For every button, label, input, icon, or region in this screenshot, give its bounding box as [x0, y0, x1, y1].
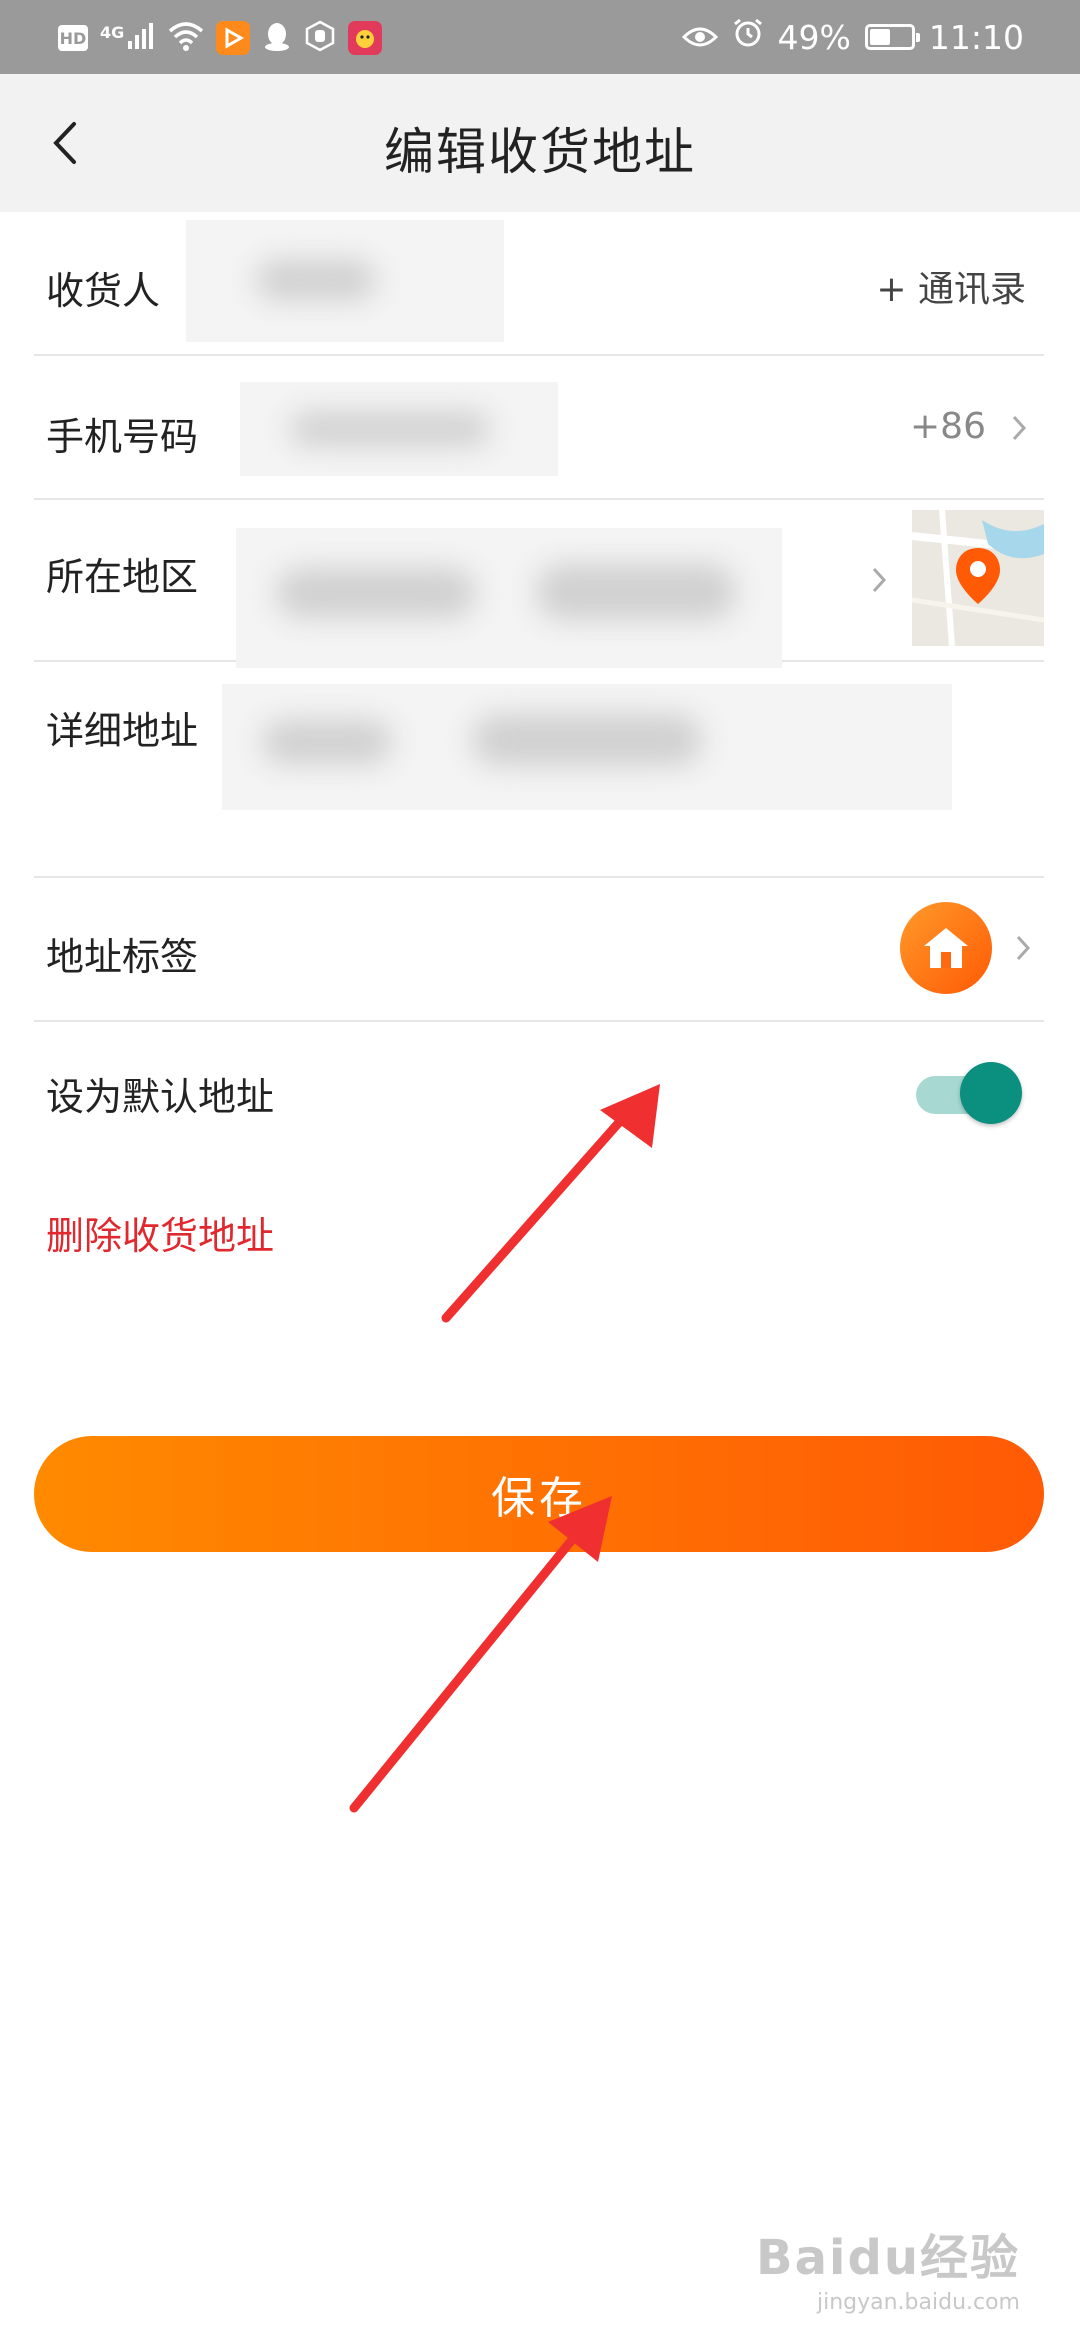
signal-icon: [126, 21, 156, 55]
battery-icon: [864, 24, 920, 50]
watermark-logo: Baidu经验: [756, 2230, 1020, 2286]
watermark-url: jingyan.baidu.com: [816, 2290, 1020, 2315]
map-locate-button[interactable]: [912, 510, 1044, 646]
game-app-icon: [348, 21, 383, 55]
phone-row: 手机号码 +86: [34, 356, 1044, 500]
nav-bar: 编辑收货地址: [0, 74, 1080, 212]
home-icon: [924, 928, 968, 968]
wifi-icon: [168, 21, 204, 55]
country-code-selector[interactable]: +86: [910, 406, 986, 447]
address-tag-badge[interactable]: [900, 902, 992, 994]
chevron-right-icon: [1004, 408, 1034, 448]
phone-number-field[interactable]: [240, 382, 558, 476]
recipient-label: 收货人: [46, 269, 161, 313]
detail-address-row: 详细地址: [34, 662, 1044, 878]
default-address-toggle[interactable]: [916, 1062, 1022, 1124]
network-type-label: 4G: [100, 22, 125, 42]
default-address-label: 设为默认地址: [46, 1075, 275, 1119]
recipient-row: 收货人 + 通讯录: [34, 212, 1044, 356]
delete-address-link[interactable]: 删除收货地址: [46, 1205, 274, 1260]
battery-fill: [869, 29, 890, 45]
hd-badge: HD: [58, 25, 88, 51]
hand-icon: [304, 20, 336, 56]
status-left-icons: HD 4G: [58, 18, 383, 58]
address-tag-row[interactable]: 地址标签: [34, 878, 1044, 1022]
chevron-right-icon: [1008, 928, 1038, 968]
page-title: 编辑收货地址: [384, 123, 696, 181]
toggle-knob: [960, 1062, 1022, 1124]
watermark: Baidu经验 jingyan.baidu.com: [756, 2218, 1020, 2315]
battery-percent: 49%: [777, 17, 851, 57]
qq-icon: [262, 20, 292, 56]
save-button[interactable]: 保存: [34, 1436, 1044, 1552]
region-label: 所在地区: [46, 555, 199, 599]
region-field[interactable]: [236, 528, 782, 668]
region-row[interactable]: 所在地区: [34, 500, 1044, 668]
phone-label: 手机号码: [46, 415, 199, 459]
clock: 11:10: [928, 17, 1024, 57]
eye-icon: [681, 18, 718, 57]
detail-address-label: 详细地址: [46, 709, 199, 753]
contacts-link[interactable]: + 通讯录: [876, 260, 1026, 312]
default-address-row: 设为默认地址: [34, 1022, 1044, 1162]
detail-address-field[interactable]: [222, 684, 952, 810]
status-right-icons: 49% 11:10: [681, 14, 1024, 60]
address-tag-label: 地址标签: [46, 935, 199, 979]
status-bar: HD 4G 49% 11:10: [0, 0, 1080, 74]
video-app-icon: [216, 21, 251, 55]
recipient-name-field[interactable]: [186, 220, 504, 342]
chevron-right-icon: [864, 560, 894, 600]
alarm-icon: [732, 17, 764, 57]
